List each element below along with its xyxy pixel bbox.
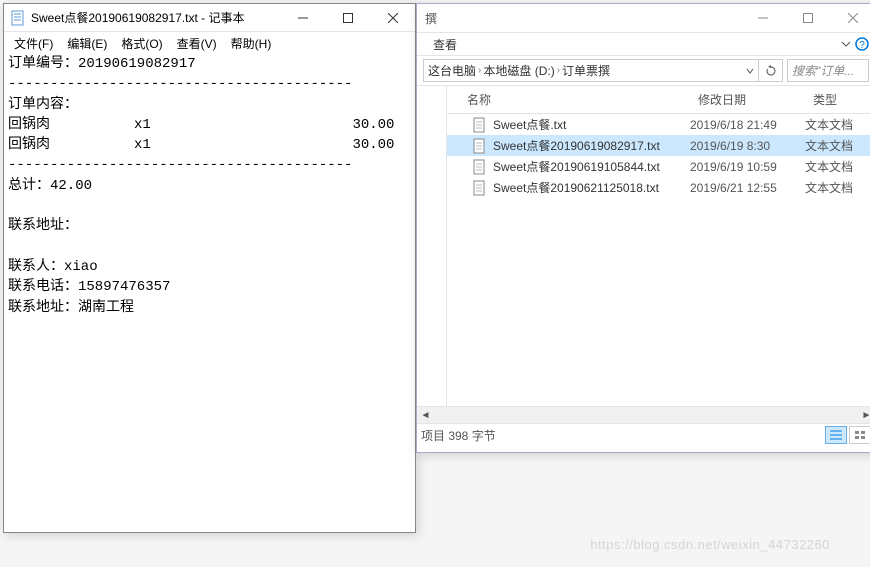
maximize-button[interactable] <box>325 4 370 32</box>
column-type[interactable]: 类型 <box>805 86 870 113</box>
search-input[interactable]: 搜索"订单... <box>787 59 869 82</box>
ribbon-tabs: 查看 ? <box>417 32 870 56</box>
tab-view[interactable]: 查看 <box>423 34 467 55</box>
text-file-icon <box>471 180 487 196</box>
file-name: Sweet点餐20190619105844.txt <box>493 158 690 175</box>
refresh-button[interactable] <box>759 59 783 82</box>
menu-help[interactable]: 帮助(H) <box>225 34 278 50</box>
text-file-icon <box>471 117 487 133</box>
file-date: 2019/6/21 12:55 <box>690 181 805 195</box>
nav-pane[interactable] <box>417 86 447 406</box>
status-text: 项目 398 字节 <box>421 427 496 444</box>
file-type: 文本文档 <box>805 137 870 154</box>
chevron-down-icon[interactable] <box>746 67 754 75</box>
menu-edit[interactable]: 编辑(E) <box>61 34 113 50</box>
file-name: Sweet点餐.txt <box>493 116 690 133</box>
file-row[interactable]: Sweet点餐20190621125018.txt2019/6/21 12:55… <box>447 177 870 198</box>
window-controls <box>740 4 870 32</box>
window-controls <box>280 4 415 32</box>
file-type: 文本文档 <box>805 179 870 196</box>
notepad-window: Sweet点餐20190619082917.txt - 记事本 文件(F) 编辑… <box>3 3 416 533</box>
help-icon[interactable]: ? <box>855 37 869 51</box>
explorer-titlebar[interactable]: 撰 <box>417 4 870 32</box>
notepad-app-icon <box>10 10 26 26</box>
search-placeholder: 搜索"订单... <box>792 62 854 79</box>
menu-format[interactable]: 格式(O) <box>115 34 168 50</box>
file-date: 2019/6/19 8:30 <box>690 139 805 153</box>
close-button[interactable] <box>830 4 870 32</box>
watermark: https://blog.csdn.net/weixin_44732260 <box>590 537 830 552</box>
explorer-title: 撰 <box>425 10 740 27</box>
file-name: Sweet点餐20190619082917.txt <box>493 137 690 154</box>
minimize-button[interactable] <box>740 4 785 32</box>
chevron-right-icon: › <box>478 65 481 76</box>
file-rows: Sweet点餐.txt2019/6/18 21:49文本文档Sweet点餐201… <box>447 114 870 198</box>
breadcrumb-part[interactable]: 本地磁盘 (D:) <box>483 62 554 79</box>
status-bar: 项目 398 字节 <box>417 423 870 446</box>
close-button[interactable] <box>370 4 415 32</box>
horizontal-scrollbar[interactable]: ◄ ► <box>417 406 870 423</box>
text-file-icon <box>471 138 487 154</box>
scroll-left-icon[interactable]: ◄ <box>417 408 434 423</box>
list-header: 名称 修改日期 类型 <box>447 86 870 114</box>
breadcrumb[interactable]: 这台电脑 › 本地磁盘 (D:) › 订单票撰 <box>423 59 759 82</box>
file-type: 文本文档 <box>805 158 870 175</box>
breadcrumb-part[interactable]: 订单票撰 <box>562 62 610 79</box>
breadcrumb-part[interactable]: 这台电脑 <box>428 62 476 79</box>
scroll-right-icon[interactable]: ► <box>858 408 870 423</box>
chevron-right-icon: › <box>557 65 560 76</box>
file-list: 名称 修改日期 类型 Sweet点餐.txt2019/6/18 21:49文本文… <box>447 86 870 406</box>
explorer-nav: 这台电脑 › 本地磁盘 (D:) › 订单票撰 搜索"订单... <box>417 56 870 86</box>
file-row[interactable]: Sweet点餐20190619082917.txt2019/6/19 8:30文… <box>447 135 870 156</box>
chevron-down-icon <box>841 39 851 49</box>
maximize-button[interactable] <box>785 4 830 32</box>
text-file-icon <box>471 159 487 175</box>
notepad-title: Sweet点餐20190619082917.txt - 记事本 <box>31 9 280 26</box>
file-row[interactable]: Sweet点餐.txt2019/6/18 21:49文本文档 <box>447 114 870 135</box>
icons-view-button[interactable] <box>849 426 870 444</box>
details-view-button[interactable] <box>825 426 847 444</box>
notepad-text-area[interactable]: 订单编号：20190619082917 --------------------… <box>4 52 415 320</box>
explorer-window: 撰 查看 ? 这台电脑 › 本地磁盘 (D:) › 订单票撰 搜索"订单... … <box>416 3 870 453</box>
file-date: 2019/6/19 10:59 <box>690 160 805 174</box>
column-name[interactable]: 名称 <box>447 86 690 113</box>
ribbon-expand[interactable]: ? <box>841 37 869 51</box>
svg-text:?: ? <box>859 40 865 51</box>
file-name: Sweet点餐20190621125018.txt <box>493 179 690 196</box>
notepad-menubar: 文件(F) 编辑(E) 格式(O) 查看(V) 帮助(H) <box>4 32 415 52</box>
column-date[interactable]: 修改日期 <box>690 86 805 113</box>
file-type: 文本文档 <box>805 116 870 133</box>
file-row[interactable]: Sweet点餐20190619105844.txt2019/6/19 10:59… <box>447 156 870 177</box>
file-date: 2019/6/18 21:49 <box>690 118 805 132</box>
notepad-titlebar[interactable]: Sweet点餐20190619082917.txt - 记事本 <box>4 4 415 32</box>
minimize-button[interactable] <box>280 4 325 32</box>
menu-view[interactable]: 查看(V) <box>171 34 223 50</box>
explorer-body: 名称 修改日期 类型 Sweet点餐.txt2019/6/18 21:49文本文… <box>417 86 870 406</box>
menu-file[interactable]: 文件(F) <box>8 34 59 50</box>
